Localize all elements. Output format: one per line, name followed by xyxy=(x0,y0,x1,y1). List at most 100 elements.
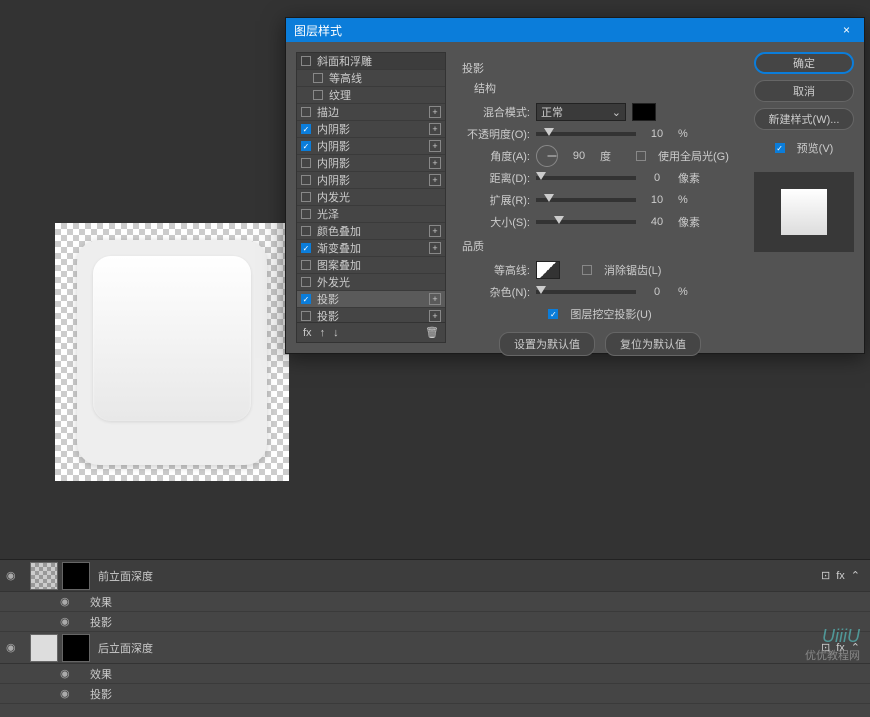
preview-checkbox[interactable] xyxy=(775,143,785,153)
styles-list[interactable]: 斜面和浮雕等高线纹理描边+内阴影+内阴影+内阴影+内阴影+内发光光泽颜色叠加+渐… xyxy=(296,52,446,343)
layer-row[interactable]: ◉ 后立面深度 ⊡fx⌃ xyxy=(0,632,870,664)
add-icon[interactable]: + xyxy=(429,174,441,186)
add-icon[interactable]: + xyxy=(429,310,441,322)
visibility-icon[interactable]: ◉ xyxy=(60,595,74,609)
link-icon[interactable]: ⊡ xyxy=(821,569,830,582)
layer-name[interactable]: 后立面深度 xyxy=(98,640,864,656)
style-item[interactable]: 内阴影+ xyxy=(297,172,445,189)
distance-value[interactable]: 0 xyxy=(642,172,672,184)
effect-shadow-row[interactable]: ◉投影 xyxy=(0,612,870,632)
style-item[interactable]: 外发光 xyxy=(297,274,445,291)
style-item[interactable]: 内发光 xyxy=(297,189,445,206)
preview-box xyxy=(754,172,854,252)
style-checkbox[interactable] xyxy=(301,175,311,185)
style-item[interactable]: 渐变叠加+ xyxy=(297,240,445,257)
style-item[interactable]: 等高线 xyxy=(297,70,445,87)
collapse-icon[interactable]: ⌃ xyxy=(851,569,860,582)
fx-badge[interactable]: fx xyxy=(836,570,845,582)
add-icon[interactable]: + xyxy=(429,157,441,169)
style-checkbox[interactable] xyxy=(301,141,311,151)
add-icon[interactable]: + xyxy=(429,242,441,254)
style-item[interactable]: 内阴影+ xyxy=(297,121,445,138)
style-label: 描边 xyxy=(317,104,339,120)
style-checkbox[interactable] xyxy=(301,294,311,304)
add-icon[interactable]: + xyxy=(429,123,441,135)
add-icon[interactable]: + xyxy=(429,106,441,118)
visibility-icon[interactable]: ◉ xyxy=(60,687,74,701)
layer-thumb[interactable] xyxy=(30,562,58,590)
arrow-up-icon[interactable]: ↑ xyxy=(320,327,326,339)
dialog-titlebar[interactable]: 图层样式 × xyxy=(286,18,864,42)
add-icon[interactable]: + xyxy=(429,225,441,237)
angle-dial[interactable] xyxy=(536,145,558,167)
style-item[interactable]: 颜色叠加+ xyxy=(297,223,445,240)
opacity-value[interactable]: 10 xyxy=(642,128,672,140)
layers-panel[interactable]: ◉ 前立面深度 ⊡ fx ⌃ ◉效果 ◉投影 ◉ 后立面深度 ⊡fx⌃ ◉效果 ◉投… xyxy=(0,559,870,717)
style-checkbox[interactable] xyxy=(301,158,311,168)
size-label: 大小(S): xyxy=(462,214,530,230)
settings-panel: 投影 结构 混合模式: 正常⌄ 不透明度(O): 10 % 角度(A): 90 … xyxy=(454,52,746,343)
document-checkerboard[interactable] xyxy=(55,223,289,481)
ok-button[interactable]: 确定 xyxy=(754,52,854,74)
noise-slider[interactable] xyxy=(536,290,636,294)
add-icon[interactable]: + xyxy=(429,293,441,305)
opacity-slider[interactable] xyxy=(536,132,636,136)
style-item[interactable]: 投影+ xyxy=(297,291,445,308)
color-swatch[interactable] xyxy=(632,103,656,121)
style-checkbox[interactable] xyxy=(301,107,311,117)
effects-row[interactable]: ◉效果 xyxy=(0,664,870,684)
cancel-button[interactable]: 取消 xyxy=(754,80,854,102)
effects-row[interactable]: ◉效果 xyxy=(0,592,870,612)
knockout-checkbox[interactable] xyxy=(548,309,558,319)
style-checkbox[interactable] xyxy=(301,192,311,202)
style-item[interactable]: 内阴影+ xyxy=(297,138,445,155)
angle-value[interactable]: 90 xyxy=(564,150,594,162)
spread-value[interactable]: 10 xyxy=(642,194,672,206)
trash-icon[interactable]: 🗑 xyxy=(425,326,439,339)
layer-name[interactable]: 前立面深度 xyxy=(98,568,864,584)
style-checkbox[interactable] xyxy=(313,73,323,83)
size-slider[interactable] xyxy=(536,220,636,224)
style-checkbox[interactable] xyxy=(301,311,311,321)
reset-default-button[interactable]: 复位为默认值 xyxy=(605,332,701,356)
style-item[interactable]: 斜面和浮雕 xyxy=(297,53,445,70)
style-checkbox[interactable] xyxy=(301,243,311,253)
antialias-checkbox[interactable] xyxy=(582,265,592,275)
layer-row[interactable]: ◉ 前立面深度 ⊡ fx ⌃ xyxy=(0,560,870,592)
style-checkbox[interactable] xyxy=(313,90,323,100)
fx-label[interactable]: fx xyxy=(303,327,312,339)
layer-thumb[interactable] xyxy=(30,634,58,662)
visibility-icon[interactable]: ◉ xyxy=(6,569,20,583)
visibility-icon[interactable]: ◉ xyxy=(60,615,74,629)
style-item[interactable]: 光泽 xyxy=(297,206,445,223)
knockout-label: 图层挖空投影(U) xyxy=(570,306,651,322)
style-item[interactable]: 图案叠加 xyxy=(297,257,445,274)
style-checkbox[interactable] xyxy=(301,56,311,66)
layer-mask[interactable] xyxy=(62,634,90,662)
spread-label: 扩展(R): xyxy=(462,192,530,208)
style-item[interactable]: 内阴影+ xyxy=(297,155,445,172)
contour-picker[interactable] xyxy=(536,261,560,279)
arrow-down-icon[interactable]: ↓ xyxy=(333,327,339,339)
add-icon[interactable]: + xyxy=(429,140,441,152)
visibility-icon[interactable]: ◉ xyxy=(60,667,74,681)
style-checkbox[interactable] xyxy=(301,277,311,287)
style-checkbox[interactable] xyxy=(301,209,311,219)
make-default-button[interactable]: 设置为默认值 xyxy=(499,332,595,356)
style-checkbox[interactable] xyxy=(301,226,311,236)
noise-value[interactable]: 0 xyxy=(642,286,672,298)
blend-mode-select[interactable]: 正常⌄ xyxy=(536,103,626,121)
distance-slider[interactable] xyxy=(536,176,636,180)
layer-mask[interactable] xyxy=(62,562,90,590)
style-checkbox[interactable] xyxy=(301,260,311,270)
style-checkbox[interactable] xyxy=(301,124,311,134)
new-style-button[interactable]: 新建样式(W)... xyxy=(754,108,854,130)
global-light-checkbox[interactable] xyxy=(636,151,646,161)
spread-slider[interactable] xyxy=(536,198,636,202)
close-icon[interactable]: × xyxy=(837,23,856,37)
size-value[interactable]: 40 xyxy=(642,216,672,228)
style-item[interactable]: 纹理 xyxy=(297,87,445,104)
effect-shadow-row[interactable]: ◉投影 xyxy=(0,684,870,704)
style-item[interactable]: 描边 + xyxy=(297,104,445,121)
visibility-icon[interactable]: ◉ xyxy=(6,641,20,655)
